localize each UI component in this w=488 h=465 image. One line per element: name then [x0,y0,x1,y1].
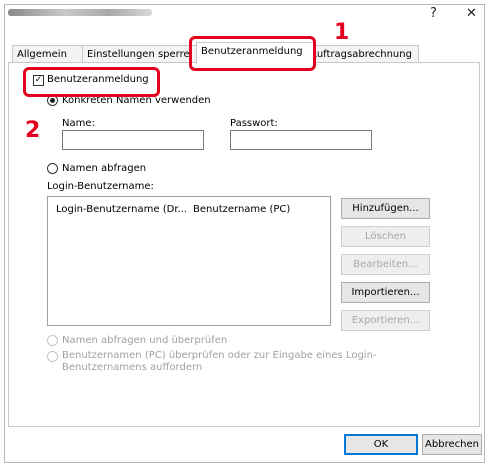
callout-number-2: 2 [25,118,41,143]
help-button[interactable]: ? [430,6,437,21]
password-label: Passwort: [230,118,278,129]
radio-verify-pc-name[interactable] [47,351,58,362]
close-icon[interactable]: ✕ [466,6,477,21]
import-button[interactable]: Importieren... [341,282,430,303]
list-column-header-login[interactable]: Login-Benutzername (Dr... [56,204,187,215]
name-label: Name: [62,118,95,129]
radio-prompt-and-check[interactable] [47,335,58,346]
tab-auftragsabrechnung[interactable]: Auftragsabrechnung [305,45,419,63]
delete-button[interactable]: Löschen [341,226,430,247]
radio-prompt-name-label: Namen abfragen [62,163,147,174]
login-username-list[interactable] [47,196,331,326]
callout-number-1: 1 [334,20,350,45]
list-column-header-pc[interactable]: Benutzername (PC) [193,204,290,215]
window-title-blurred [8,9,152,16]
tab-allgemein[interactable]: Allgemein [12,45,91,63]
callout-frame-tab [189,36,316,71]
ok-button[interactable]: OK [344,434,418,455]
login-username-list-label: Login-Benutzername: [47,181,154,192]
radio-prompt-and-check-label: Namen abfragen und überprüfen [62,335,228,346]
name-field[interactable] [62,130,204,150]
cancel-button[interactable]: Abbrechen [422,434,482,455]
login-checkbox[interactable]: ✓ [33,75,44,86]
add-button[interactable]: Hinzufügen... [341,198,430,219]
radio-verify-pc-name-label: Benutzernamen (PC) überprüfen oder zur E… [62,350,377,373]
login-checkbox-label: Benutzeranmeldung [47,74,149,85]
tab-einstellungen-sperre[interactable]: Einstellungen sperre [82,45,199,63]
password-field[interactable] [230,130,372,150]
edit-button[interactable]: Bearbeiten... [341,254,430,275]
export-button[interactable]: Exportieren... [341,310,430,331]
radio-prompt-name[interactable] [47,163,58,174]
